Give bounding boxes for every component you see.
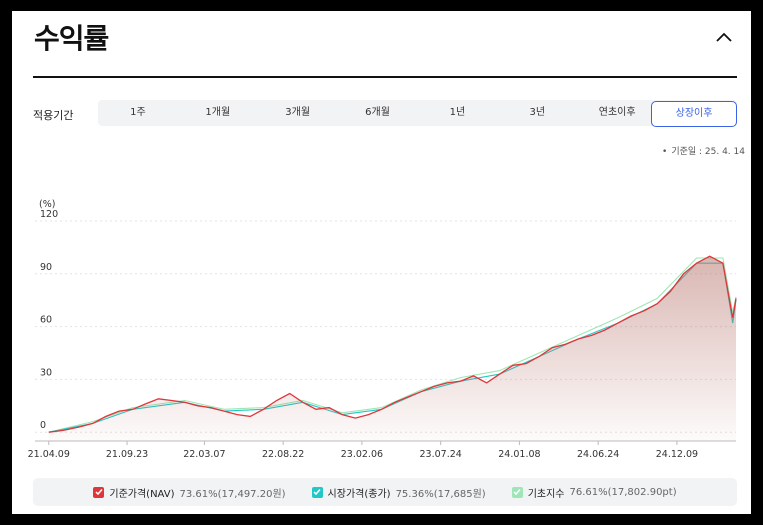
- checkbox-checked-icon[interactable]: [93, 486, 105, 498]
- collapse-button[interactable]: [712, 25, 736, 49]
- x-tick-label: 22.08.22: [262, 449, 304, 460]
- x-tick-label: 23.02.06: [341, 449, 383, 460]
- checkbox-checked-icon[interactable]: [511, 486, 523, 498]
- x-tick-label: 21.09.23: [106, 449, 148, 460]
- legend-value: 73.61%(17,497.20원): [179, 488, 286, 500]
- reference-date-text: 기준일 : 25. 4. 14: [671, 147, 745, 157]
- legend-value: 76.61%(17,802.90pt): [569, 486, 677, 498]
- period-label: 적용기간: [33, 109, 74, 122]
- bullet-icon: •: [662, 147, 668, 157]
- y-tick-label: 0: [40, 420, 46, 431]
- period-tab[interactable]: 3개월: [258, 100, 338, 126]
- legend-value: 75.36%(17,685원): [395, 488, 486, 500]
- legend-item[interactable]: 기초지수 76.61%(17,802.90pt): [511, 485, 677, 500]
- period-tab[interactable]: 연초이후: [577, 100, 657, 126]
- returns-panel: 수익률 적용기간 1주 1개월 3개월 6개월 1년 3년 연초이후 상장이후 • 기준일 : …: [12, 11, 751, 514]
- period-tab[interactable]: 1년: [418, 100, 498, 126]
- legend-item[interactable]: 기준가격(NAV) 73.61%(17,497.20원): [93, 485, 286, 500]
- legend-name: 기초지수: [527, 488, 565, 500]
- x-tick-label: 23.07.24: [420, 449, 462, 460]
- reference-date: • 기준일 : 25. 4. 14: [662, 144, 745, 157]
- x-tick-label: 21.04.09: [28, 449, 70, 460]
- period-selector: 1주 1개월 3개월 6개월 1년 3년 연초이후 상장이후: [98, 100, 737, 127]
- y-tick-label: 30: [40, 367, 52, 378]
- period-tab[interactable]: 1주: [98, 100, 178, 126]
- legend-name: 시장가격(종가): [327, 488, 391, 500]
- period-tab[interactable]: 1개월: [178, 100, 258, 126]
- returns-chart: (%)030609012021.04.09 21.09.23 22.03.07 22.…: [28, 199, 737, 460]
- y-tick-label: 60: [40, 315, 52, 326]
- title-divider: [33, 76, 737, 78]
- legend-name: 기준가격(NAV): [109, 488, 175, 500]
- y-tick-label: 90: [40, 262, 52, 273]
- x-tick-label: 22.03.07: [183, 449, 225, 460]
- legend-item[interactable]: 시장가격(종가) 75.36%(17,685원): [311, 485, 486, 500]
- y-tick-label: 120: [40, 209, 58, 220]
- x-tick-label: 24.12.09: [656, 449, 698, 460]
- chevron-up-icon: [716, 32, 732, 42]
- period-tab[interactable]: 6개월: [338, 100, 418, 126]
- nav-area-fill: [48, 256, 737, 441]
- chart-legend: 기준가격(NAV) 73.61%(17,497.20원) 시장가격(종가) 75.36…: [33, 478, 737, 506]
- x-tick-label: 24.01.08: [498, 449, 540, 460]
- checkbox-checked-icon[interactable]: [311, 486, 323, 498]
- x-tick-label: 24.06.24: [577, 449, 619, 460]
- period-tab[interactable]: 3년: [497, 100, 577, 126]
- section-title: 수익률: [34, 22, 109, 55]
- period-tab[interactable]: 상장이후: [651, 101, 737, 127]
